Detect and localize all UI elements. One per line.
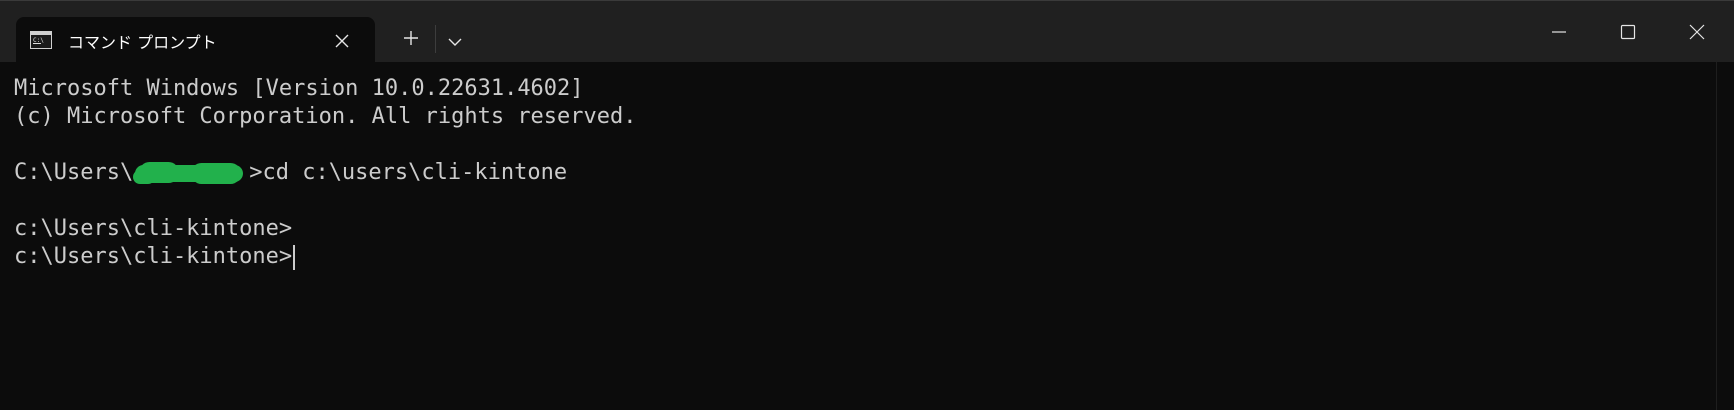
scrollbar[interactable] (1716, 62, 1734, 410)
output-line: Microsoft Windows [Version 10.0.22631.46… (14, 76, 584, 101)
minimize-button[interactable] (1536, 11, 1582, 57)
prompt-prefix: C:\Users\ (14, 160, 134, 185)
output-line: c:\Users\cli-kintone> (14, 216, 293, 241)
minimize-icon (1551, 24, 1567, 44)
plus-icon (403, 30, 419, 50)
terminal-output[interactable]: Microsoft Windows [Version 10.0.22631.46… (0, 62, 1716, 410)
dropdown-button[interactable] (440, 25, 470, 55)
output-line: (c) Microsoft Corporation. All rights re… (14, 104, 637, 129)
tab-separator (435, 25, 436, 53)
text-cursor (293, 244, 296, 270)
title-bar: C:\ コマンド プロンプト (0, 0, 1734, 63)
close-icon (1689, 24, 1705, 44)
svg-text:C:\: C:\ (33, 37, 44, 44)
chevron-down-icon (448, 31, 462, 50)
tab-title: コマンド プロンプト (68, 33, 217, 52)
close-window-button[interactable] (1674, 11, 1720, 57)
prompt-text: c:\Users\cli-kintone> (14, 244, 293, 269)
close-icon[interactable] (330, 29, 354, 53)
prompt-line: c:\Users\cli-kintone> (14, 243, 296, 271)
maximize-icon (1620, 24, 1636, 44)
maximize-button[interactable] (1605, 11, 1651, 57)
command-line: C:\Users\ >cd c:\users\cli-kintone (14, 159, 567, 187)
redacted-username (133, 162, 249, 184)
command-prompt-icon: C:\ (30, 31, 52, 49)
new-tab-button[interactable] (394, 23, 428, 57)
command-text: >cd c:\users\cli-kintone (249, 160, 568, 185)
terminal-window: C:\ コマンド プロンプト Microsoft Windows [Versio… (0, 0, 1734, 410)
tab-command-prompt[interactable]: C:\ コマンド プロンプト (16, 17, 375, 63)
